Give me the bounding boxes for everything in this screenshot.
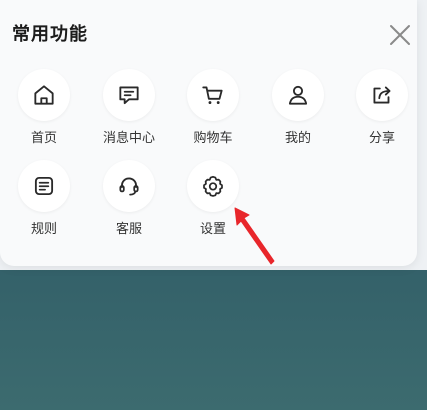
share-icon (373, 86, 391, 104)
cart-icon (202, 86, 223, 104)
function-share-label: 分享 (368, 131, 395, 146)
rules-icon (34, 176, 54, 196)
function-home[interactable]: 首页 (12, 69, 76, 149)
function-home-circle (18, 69, 70, 121)
function-rules-circle (18, 160, 70, 212)
function-message-circle (103, 69, 155, 121)
function-rules[interactable]: 规则 (12, 160, 76, 240)
function-cart[interactable]: 购物车 (181, 69, 245, 149)
function-service-circle (103, 160, 155, 212)
function-mine-circle (272, 69, 324, 121)
function-cart-label: 购物车 (193, 131, 233, 146)
home-icon (34, 85, 54, 105)
pointer-arrow (234, 207, 275, 265)
function-customer-service[interactable]: 客服 (97, 160, 161, 240)
function-mine[interactable]: 我的 (266, 69, 330, 149)
function-mine-label: 我的 (284, 131, 311, 146)
function-message-label: 消息中心 (102, 131, 155, 146)
user-icon (288, 85, 308, 105)
function-share-circle (356, 69, 408, 121)
function-cart-circle (187, 69, 239, 121)
message-icon (119, 86, 139, 105)
function-grid: 首页 消息中心 购物车 我的 分享 规则 客服 设置 (0, 0, 427, 270)
gear-icon (203, 175, 223, 197)
function-rules-label: 规则 (30, 222, 57, 237)
function-message-center[interactable]: 消息中心 (97, 69, 161, 149)
function-service-label: 客服 (115, 222, 142, 237)
headset-icon (119, 177, 139, 196)
function-share[interactable]: 分享 (350, 69, 414, 149)
function-home-label: 首页 (30, 131, 57, 146)
